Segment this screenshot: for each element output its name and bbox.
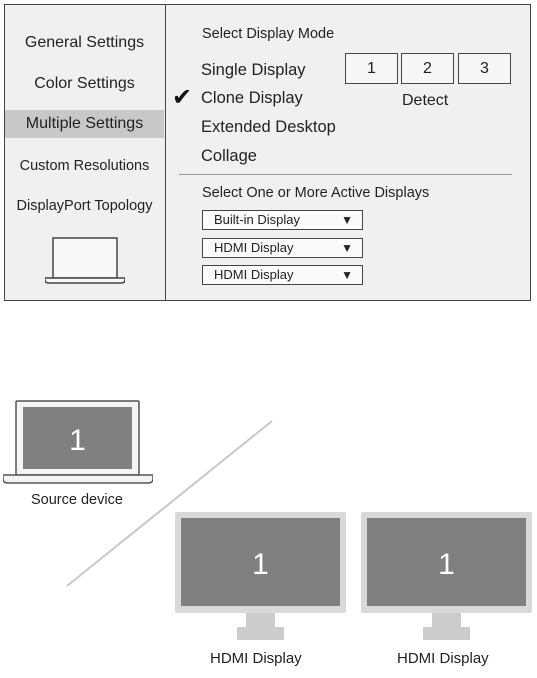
hdmi-display-1-label: HDMI Display <box>210 650 302 667</box>
hdmi-monitor-1-icon: 1 <box>175 512 346 640</box>
source-screen-number: 1 <box>69 424 86 457</box>
hdmi-display-2-label: HDMI Display <box>397 650 489 667</box>
monitor-1-screen-number: 1 <box>252 548 269 581</box>
source-device-label: Source device <box>31 492 123 508</box>
source-laptop-icon: 1 <box>3 400 153 484</box>
hdmi-monitor-2-icon: 1 <box>361 512 532 640</box>
monitor-2-screen-number: 1 <box>438 548 455 581</box>
